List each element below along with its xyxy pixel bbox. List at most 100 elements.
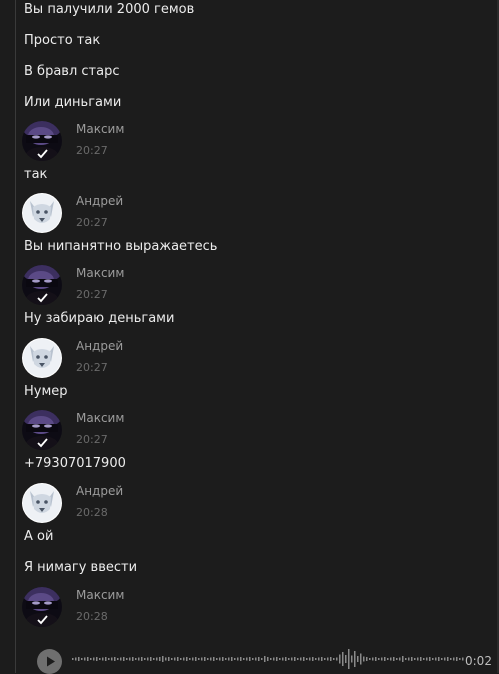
waveform-bar [150, 657, 152, 661]
message-header: Андрей 20:27 [22, 338, 322, 380]
waveform-bar [354, 651, 356, 667]
waveform-bar [279, 658, 281, 660]
waveform-bar [444, 657, 446, 661]
message-header: Максим 20:28 [22, 587, 322, 629]
waveform-bar [156, 657, 158, 661]
waveform-bar [288, 658, 290, 660]
waveform-bar [147, 657, 149, 661]
message-header: Максим 20:27 [22, 121, 322, 163]
waveform-bar [234, 658, 236, 660]
waveform-bar [219, 657, 221, 661]
message-time: 20:27 [76, 361, 108, 374]
waveform-bar [312, 657, 314, 661]
message-header: Андрей 20:27 [22, 193, 322, 235]
waveform-bar [372, 657, 374, 661]
message-text: Или диньгами [24, 95, 122, 110]
waveform-bar [132, 657, 134, 661]
waveform-bar [333, 658, 335, 660]
waveform-bar [309, 657, 311, 661]
dog-avatar[interactable] [22, 193, 62, 233]
waveform-bar [99, 658, 101, 660]
waveform-bar [129, 657, 131, 661]
masked-person-avatar[interactable] [22, 587, 62, 627]
waveform-bar [213, 657, 215, 661]
waveform-bar [240, 657, 242, 661]
author-name[interactable]: Андрей [76, 339, 123, 353]
message-header: Максим 20:27 [22, 265, 322, 307]
waveform-bar [297, 658, 299, 660]
author-name[interactable]: Максим [76, 266, 124, 280]
message-time: 20:27 [76, 433, 108, 446]
waveform-bar [81, 658, 83, 660]
waveform-bar [243, 658, 245, 660]
masked-person-avatar[interactable] [22, 410, 62, 450]
waveform-bar [228, 657, 230, 661]
author-name[interactable]: Максим [76, 122, 124, 136]
waveform-bar [267, 657, 269, 661]
waveform-bar [141, 657, 143, 661]
waveform-bar [318, 657, 320, 661]
message-text: +79307017900 [24, 456, 126, 471]
waveform-bar [273, 657, 275, 661]
waveform-bar [216, 658, 218, 660]
waveform-bar [360, 653, 362, 665]
waveform-bar [291, 657, 293, 661]
dog-avatar[interactable] [22, 483, 62, 523]
message-time: 20:28 [76, 506, 108, 519]
waveform-bar [408, 657, 410, 661]
voice-duration: 0:02 [465, 654, 492, 668]
waveform-bar [108, 658, 110, 660]
waveform-bar [120, 657, 122, 661]
message-text: Ну забираю деньгами [24, 311, 175, 326]
waveform-bar [336, 657, 338, 661]
play-button[interactable] [37, 649, 62, 674]
message-text: Я нимагу ввести [24, 560, 138, 575]
masked-person-avatar[interactable] [22, 121, 62, 161]
waveform-bar [390, 657, 392, 661]
waveform-bar [456, 657, 458, 661]
message-text: А ой [24, 529, 54, 544]
waveform-bar [384, 657, 386, 661]
message-text: Вы палучили 2000 гемов [24, 2, 195, 17]
waveform-bar [222, 657, 224, 661]
waveform-bar [405, 658, 407, 660]
waveform-bar [396, 658, 398, 660]
author-name[interactable]: Андрей [76, 484, 123, 498]
waveform-bar [111, 657, 113, 661]
author-name[interactable]: Андрей [76, 194, 123, 208]
masked-person-avatar[interactable] [22, 265, 62, 305]
waveform-bar [177, 657, 179, 661]
author-name[interactable]: Максим [76, 588, 124, 602]
waveform-bar [78, 657, 80, 661]
waveform-bar [249, 657, 251, 661]
waveform-bar [447, 657, 449, 661]
waveform-bar [231, 657, 233, 661]
waveform-bar [72, 658, 74, 660]
waveform-bar [315, 658, 317, 660]
waveform-bar [102, 657, 104, 661]
waveform-bar [375, 657, 377, 661]
waveform-bar [105, 657, 107, 661]
waveform-bar [276, 657, 278, 661]
waveform-bar [393, 657, 395, 661]
waveform-bar [171, 658, 173, 660]
waveform-bar [189, 658, 191, 660]
waveform-bar [306, 658, 308, 660]
waveform-bar [381, 657, 383, 661]
message-text: Просто так [24, 33, 101, 48]
waveform-bar [117, 658, 119, 660]
waveform-bar [138, 657, 140, 661]
waveform-bar [285, 657, 287, 661]
message-time: 20:27 [76, 216, 108, 229]
message-text: Вы нипанятно выражаетесь [24, 239, 218, 254]
waveform-bar [252, 658, 254, 660]
waveform-bar [264, 656, 266, 662]
voice-message: 0:02 [0, 645, 499, 674]
waveform-bar [90, 658, 92, 660]
audio-waveform[interactable] [70, 645, 464, 673]
waveform-bar [237, 657, 239, 661]
waveform-bar [345, 655, 347, 663]
dog-avatar[interactable] [22, 338, 62, 378]
author-name[interactable]: Максим [76, 411, 124, 425]
waveform-bar [255, 657, 257, 661]
